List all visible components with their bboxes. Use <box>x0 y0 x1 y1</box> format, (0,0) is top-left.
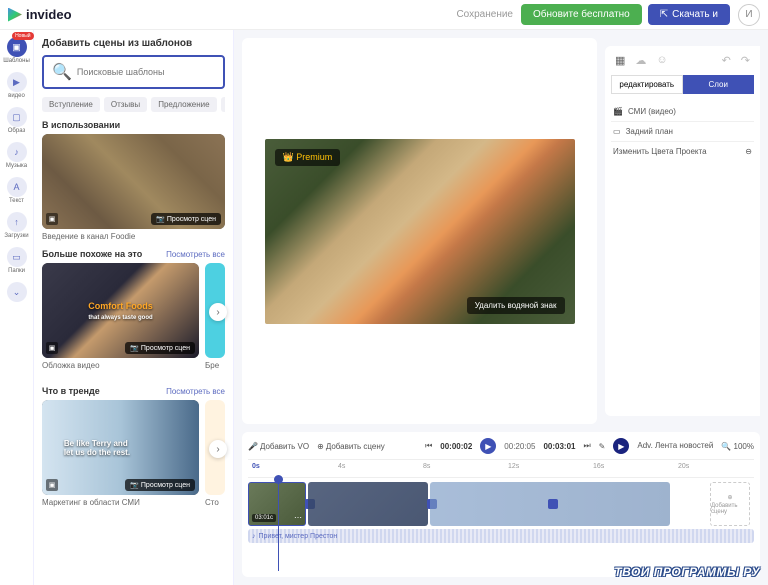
layer-media[interactable]: 🎬СМИ (видео) <box>611 102 754 122</box>
templates-icon: ▣ <box>7 37 27 57</box>
skip-back-icon[interactable]: ⏮ <box>425 441 432 451</box>
view-all-link[interactable]: Посмотреть все <box>166 387 225 396</box>
time-mid: 00:20:05 <box>504 442 535 451</box>
download-button[interactable]: ⇱ Скачать и <box>648 4 730 25</box>
nav-image[interactable]: ▢ Образ <box>2 104 32 137</box>
video-icon: 🎬 <box>613 107 623 116</box>
avatar[interactable]: И <box>738 4 760 26</box>
layers-icon: ▣ <box>46 479 58 491</box>
layer-background[interactable]: ▭Задний план <box>611 122 754 142</box>
search-icon: 🔍 <box>52 62 72 82</box>
edit-icon[interactable]: ✎ <box>599 442 606 451</box>
properties-panel: ▦ ☁ ☺ ↶ ↷ редактировать Слои 🎬СМИ (видео… <box>605 46 760 416</box>
next-arrow[interactable]: › <box>209 303 227 321</box>
bg-icon: ▭ <box>613 127 621 136</box>
premium-badge: 👑 Premium <box>275 149 341 166</box>
share-icon: ⇱ <box>660 9 668 20</box>
panel-title: Добавить сцены из шаблонов <box>42 38 225 49</box>
preview-badge[interactable]: 📷 Просмотр сцен <box>125 479 195 491</box>
templates-panel: Добавить сцены из шаблонов 🔍 Вступление … <box>34 30 234 585</box>
section-trending-title: Что в тренде <box>42 386 100 396</box>
folder-icon: ▭ <box>7 247 27 267</box>
skip-fwd-icon[interactable]: ⏭ <box>583 441 590 451</box>
playhead[interactable] <box>278 478 279 571</box>
nav-folders[interactable]: ▭ Папки <box>2 244 32 277</box>
timeline-track[interactable]: 03:01с ⋯ ⊕ Добавить сцену ♪ <box>248 478 754 571</box>
topbar: invideo Сохранение Обновите бесплатно ⇱ … <box>0 0 768 30</box>
time-total: 00:03:01 <box>543 442 575 451</box>
section-similar-title: Больше похоже на это <box>42 249 142 259</box>
layers-icon: ▣ <box>46 342 58 354</box>
preview-image: 👑 Premium Удалить водяной знак <box>265 139 575 324</box>
search-box[interactable]: 🔍 <box>42 55 225 89</box>
music-icon: ♪ <box>7 142 27 162</box>
grid-icon[interactable]: ▦ <box>615 54 625 67</box>
nav-video[interactable]: ▶ видео <box>2 69 32 102</box>
preview-canvas[interactable]: 👑 Premium Удалить водяной знак <box>242 38 597 424</box>
chip-intro[interactable]: Вступление <box>42 97 100 112</box>
plus-icon: ⊕ <box>727 494 732 501</box>
remove-watermark-button[interactable]: Удалить водяной знак <box>467 297 565 314</box>
layers-icon: ▣ <box>46 213 58 225</box>
chip-reviews[interactable]: Отзывы <box>104 97 147 112</box>
preview-badge[interactable]: 📷 Просмотр сцен <box>151 213 221 225</box>
video-icon: ▶ <box>7 72 27 92</box>
search-input[interactable] <box>77 67 215 77</box>
nav-uploads[interactable]: ↑ Загрузки <box>2 209 32 242</box>
thumb-caption: Введение в канал Foodie <box>42 232 225 241</box>
timeline: 🎤 Добавить VO ⊕ Добавить сцену ⏮ 00:00:0… <box>242 432 760 577</box>
left-nav: Новый ▣ Шаблоны ▶ видео ▢ Образ ♪ Музыка… <box>0 30 34 585</box>
tab-layers[interactable]: Слои <box>683 75 755 94</box>
add-vo-button[interactable]: 🎤 Добавить VO <box>248 442 309 451</box>
chip-offer[interactable]: Предложение <box>151 97 216 112</box>
undo-icon[interactable]: ↶ <box>722 54 731 67</box>
text-icon: A <box>7 177 27 197</box>
template-thumb-inuse[interactable]: ▣ 📷 Просмотр сцен <box>42 134 225 229</box>
preview-badge[interactable]: 📷 Просмотр сцен <box>125 342 195 354</box>
music-icon: ♪ <box>252 533 256 540</box>
next-button[interactable]: ▶ <box>613 438 629 454</box>
timeline-clip-1[interactable] <box>308 482 428 526</box>
tab-edit[interactable]: редактировать <box>611 75 683 94</box>
view-all-link[interactable]: Посмотреть все <box>166 250 225 259</box>
timeline-ruler[interactable]: 0s 4s 8s 12s 16s 20s <box>248 460 754 478</box>
upload-icon: ↑ <box>7 212 27 232</box>
zoom-label[interactable]: 🔍 100% <box>721 442 754 451</box>
clip-handle[interactable] <box>548 499 558 509</box>
add-scene-button[interactable]: ⊕ Добавить сцену <box>317 442 385 451</box>
smile-icon[interactable]: ☺ <box>656 54 667 67</box>
layer-colors[interactable]: Изменить Цвета Проекта⊖ <box>611 142 754 161</box>
brand-text: invideo <box>26 7 72 22</box>
clip-menu-icon[interactable]: ⋯ <box>294 513 302 522</box>
chevron-down-icon: ⌄ <box>7 282 27 302</box>
add-scene-tile[interactable]: ⊕ Добавить сцену <box>710 482 750 526</box>
nav-text[interactable]: A Текст <box>2 174 32 207</box>
time-current: 00:00:02 <box>440 442 472 451</box>
logo-icon <box>8 8 22 22</box>
chip-more[interactable]: С <box>221 97 225 112</box>
next-arrow[interactable]: › <box>209 440 227 458</box>
cloud-icon[interactable]: ☁ <box>635 54 646 67</box>
nav-more[interactable]: ⌄ <box>2 279 32 305</box>
adv-label[interactable]: Adv. Лента новостей <box>637 442 713 450</box>
template-thumb-terry[interactable]: Be like Terry andlet us do the rest. ▣ 📷… <box>42 400 199 495</box>
section-inuse-title: В использовании <box>42 120 120 130</box>
logo[interactable]: invideo <box>8 7 72 22</box>
nav-templates[interactable]: Новый ▣ Шаблоны <box>2 34 32 67</box>
upgrade-button[interactable]: Обновите бесплатно <box>521 4 642 25</box>
category-chips: Вступление Отзывы Предложение С <box>42 97 225 112</box>
template-thumb-comfort[interactable]: Comfort Foodsthat always taste good ▣ 📷 … <box>42 263 199 358</box>
save-status: Сохранение <box>456 9 513 20</box>
image-icon: ▢ <box>7 107 27 127</box>
minus-icon: ⊖ <box>745 147 752 156</box>
play-button[interactable]: ▶ <box>480 438 496 454</box>
nav-music[interactable]: ♪ Музыка <box>2 139 32 172</box>
site-watermark: ТВОИ ПРОГРАММЫ РУ <box>614 565 760 579</box>
redo-icon[interactable]: ↷ <box>741 54 750 67</box>
audio-track[interactable]: ♪ Привет, мистер Престон <box>248 529 754 543</box>
timeline-clip-0[interactable]: 03:01с ⋯ <box>248 482 306 526</box>
